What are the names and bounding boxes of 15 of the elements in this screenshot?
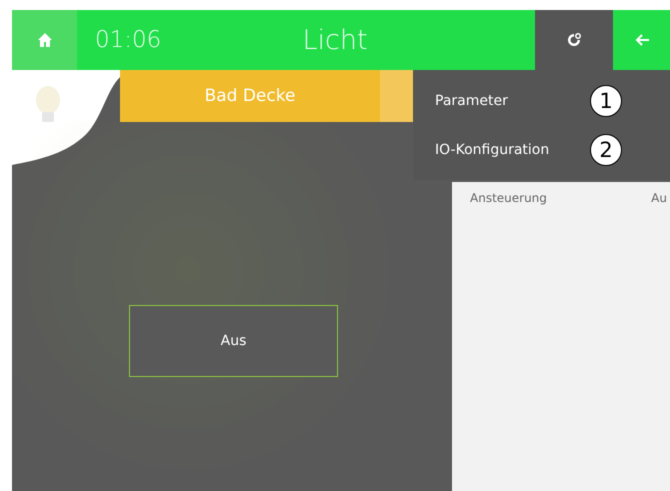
number-marker: 1 (590, 84, 622, 116)
back-button[interactable] (613, 10, 670, 70)
number-marker: 2 (590, 134, 622, 166)
home-icon (36, 32, 52, 48)
settings-button[interactable] (535, 10, 613, 70)
settings-icon (566, 32, 582, 48)
column-label: Ansteuerung (470, 191, 547, 207)
menu-item[interactable]: Parameter 1 (413, 76, 670, 125)
home-button[interactable] (12, 10, 77, 70)
switch-button[interactable]: Aus (129, 305, 338, 377)
column-label: Au (651, 191, 667, 207)
menu-item[interactable]: IO-Konfiguration 2 (413, 125, 670, 174)
page-title: Licht (301, 24, 369, 56)
back-arrow-icon (634, 32, 650, 48)
clock-time: 01:06 (94, 27, 162, 53)
